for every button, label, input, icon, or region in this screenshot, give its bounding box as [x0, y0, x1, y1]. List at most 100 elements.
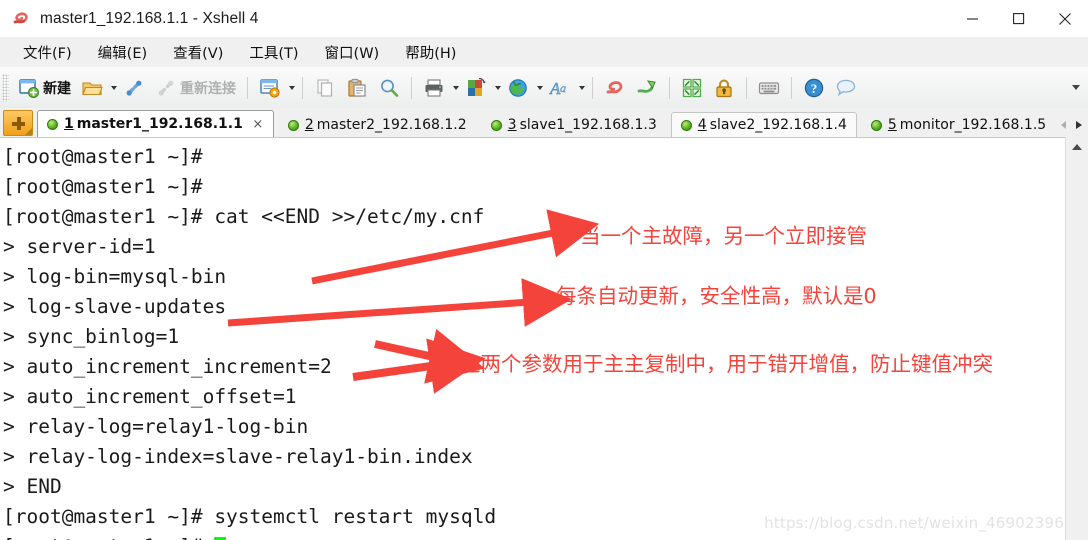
xshell-button[interactable] — [600, 71, 630, 104]
maximize-button[interactable] — [996, 0, 1042, 37]
tab-index: 1 — [64, 116, 74, 132]
tab-status-dot — [490, 119, 502, 131]
lock-button[interactable] — [709, 71, 739, 104]
new-session-button[interactable]: 新建 — [14, 71, 75, 104]
terminal-line: > log-bin=mysql-bin — [3, 265, 227, 288]
print-icon — [425, 78, 443, 97]
toolbar-grip[interactable] — [2, 73, 9, 102]
tab-slave2[interactable]: 4 slave2_192.168.1.4 — [670, 112, 857, 137]
title-bar: master1_192.168.1.1 - Xshell 4 — [0, 0, 1088, 38]
xftp-icon — [637, 79, 656, 93]
paste-icon — [348, 78, 366, 97]
reconnect-label: 重新连接 — [180, 80, 236, 97]
help-button[interactable]: ? — [799, 71, 829, 104]
keyboard-button[interactable] — [754, 71, 784, 104]
tab-scroll-left-icon[interactable] — [1056, 115, 1071, 135]
tab-label: slave1_192.168.1.3 — [519, 117, 657, 133]
new-tab-button[interactable] — [3, 110, 33, 136]
terminal-line: [root@master1 ~]# — [3, 175, 203, 198]
print-button[interactable] — [419, 71, 449, 104]
menu-window[interactable]: 窗口(W) — [314, 39, 391, 66]
keyboard-icon — [758, 81, 780, 94]
terminal-line: > log-slave-updates — [3, 295, 227, 318]
new-session-label: 新建 — [43, 80, 71, 97]
toolbar: 新建 重新连接 A a ? — [0, 67, 1088, 109]
terminal-line: > relay-log=relay1-log-bin — [3, 415, 309, 438]
terminal-prompt-text: [root@master1 ~]# — [3, 535, 214, 540]
arrange-button[interactable] — [677, 71, 707, 104]
tab-index: 4 — [697, 117, 707, 133]
web-button[interactable] — [503, 71, 533, 104]
tab-slave1[interactable]: 3 slave1_192.168.1.3 — [481, 112, 667, 137]
toolbar-separator-1 — [247, 76, 248, 99]
tab-list: 1 master1_192.168.1.1 × 2 master2_192.16… — [33, 108, 1088, 137]
terminal-line: > auto_increment_increment=2 — [3, 355, 332, 378]
tab-index: 3 — [507, 117, 517, 133]
web-dropdown-icon[interactable] — [535, 76, 544, 100]
menu-edit[interactable]: 编辑(E) — [87, 39, 158, 66]
open-session-dropdown-icon[interactable] — [109, 76, 118, 100]
font-icon: A a — [549, 78, 566, 98]
menu-help[interactable]: 帮助(H) — [394, 39, 467, 66]
disconnect-button[interactable]: 重新连接 — [151, 71, 240, 104]
open-session-button[interactable] — [77, 71, 107, 104]
terminal-line: > sync_binlog=1 — [3, 325, 180, 348]
chat-button[interactable] — [831, 71, 861, 104]
tab-close-icon[interactable]: × — [252, 117, 264, 132]
font-dropdown-icon[interactable] — [577, 76, 586, 100]
tab-status-dot — [870, 119, 882, 131]
tab-scroll-controls — [1056, 113, 1088, 137]
arrange-icon — [682, 78, 702, 97]
xftp-button[interactable] — [632, 71, 662, 104]
svg-text:a: a — [560, 81, 566, 95]
svg-text:?: ? — [811, 81, 818, 96]
lock-icon — [716, 79, 732, 97]
copy-button[interactable] — [310, 71, 340, 104]
color-scheme-dropdown-icon[interactable] — [493, 76, 502, 100]
paste-button[interactable] — [342, 71, 372, 104]
tab-label: monitor_192.168.1.5 — [899, 117, 1047, 133]
tab-monitor[interactable]: 5 monitor_192.168.1.5 — [861, 112, 1056, 137]
tab-master2[interactable]: 2 master2_192.168.1.2 — [278, 112, 477, 137]
find-button[interactable] — [374, 71, 404, 104]
terminal-line: [root@master1 ~]# cat <<END >>/etc/my.cn… — [3, 205, 485, 228]
xshell-icon — [606, 80, 623, 93]
color-scheme-icon — [468, 77, 486, 96]
tab-status-dot — [287, 119, 299, 131]
terminal-line: > server-id=1 — [3, 235, 156, 258]
session-manager-button[interactable] — [255, 71, 285, 104]
terminal-prompt-line: [root@master1 ~]# — [3, 532, 1066, 540]
toolbar-separator-7 — [791, 76, 792, 99]
toolbar-separator-2 — [302, 76, 303, 99]
disconnect-icon — [158, 80, 174, 96]
tab-label: master2_192.168.1.2 — [316, 117, 467, 133]
toolbar-separator-4 — [592, 76, 593, 99]
tab-label: master1_192.168.1.1 — [76, 116, 243, 132]
window-controls — [950, 0, 1088, 37]
color-scheme-button[interactable] — [461, 71, 491, 104]
terminal-scrollbar[interactable] — [1065, 137, 1088, 540]
toolbar-separator-5 — [669, 76, 670, 99]
terminal-area: [root@master1 ~]# [root@master1 ~]# [roo… — [0, 137, 1088, 540]
terminal-line: [root@master1 ~]# — [3, 145, 203, 168]
tab-index: 5 — [887, 117, 897, 133]
tab-master1[interactable]: 1 master1_192.168.1.1 × — [37, 110, 274, 137]
menu-tools[interactable]: 工具(T) — [238, 39, 309, 66]
tab-index: 2 — [304, 117, 314, 133]
toolbar-overflow-icon[interactable] — [1070, 78, 1082, 98]
connect-button[interactable] — [119, 71, 149, 104]
minimize-button[interactable] — [950, 0, 996, 37]
print-dropdown-icon[interactable] — [451, 76, 460, 100]
session-manager-dropdown-icon[interactable] — [287, 76, 296, 100]
toolbar-separator-3 — [411, 76, 412, 99]
font-button[interactable]: A a — [545, 71, 575, 104]
terminal-line: > relay-log-index=slave-relay1-bin.index — [3, 445, 473, 468]
terminal-output[interactable]: [root@master1 ~]# [root@master1 ~]# [roo… — [0, 137, 1066, 540]
scroll-up-icon[interactable] — [1066, 137, 1088, 156]
menu-view[interactable]: 查看(V) — [162, 39, 234, 66]
tab-label: slave2_192.168.1.4 — [709, 117, 847, 133]
close-button[interactable] — [1042, 0, 1088, 37]
chat-icon — [836, 79, 856, 96]
tab-scroll-right-icon[interactable] — [1071, 115, 1086, 135]
menu-file[interactable]: 文件(F) — [12, 39, 83, 66]
